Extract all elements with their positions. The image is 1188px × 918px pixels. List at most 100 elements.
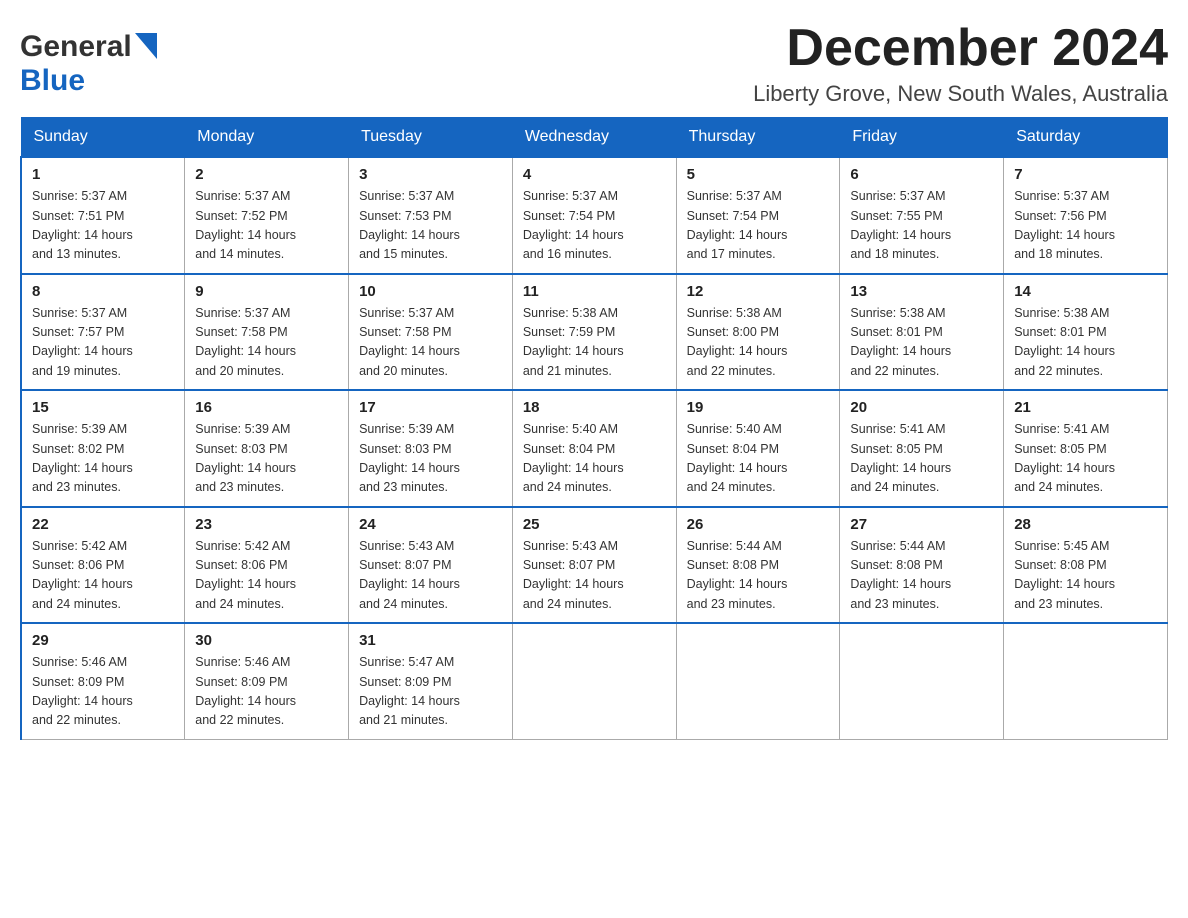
day-info: Sunrise: 5:47 AMSunset: 8:09 PMDaylight:…	[359, 653, 502, 731]
day-info: Sunrise: 5:37 AMSunset: 7:58 PMDaylight:…	[195, 304, 338, 382]
day-info: Sunrise: 5:37 AMSunset: 7:51 PMDaylight:…	[32, 187, 174, 265]
title-section: December 2024 Liberty Grove, New South W…	[753, 20, 1168, 107]
day-number: 17	[359, 399, 502, 416]
calendar-cell: 1 Sunrise: 5:37 AMSunset: 7:51 PMDayligh…	[21, 157, 185, 274]
day-number: 10	[359, 283, 502, 300]
day-number: 27	[850, 516, 993, 533]
calendar-cell: 2 Sunrise: 5:37 AMSunset: 7:52 PMDayligh…	[185, 157, 349, 274]
day-number: 24	[359, 516, 502, 533]
day-number: 28	[1014, 516, 1157, 533]
day-info: Sunrise: 5:37 AMSunset: 7:52 PMDaylight:…	[195, 187, 338, 265]
calendar-cell: 22 Sunrise: 5:42 AMSunset: 8:06 PMDaylig…	[21, 507, 185, 624]
logo-general-text: General	[20, 30, 132, 64]
header-sunday: Sunday	[21, 118, 185, 158]
header-wednesday: Wednesday	[512, 118, 676, 158]
day-info: Sunrise: 5:37 AMSunset: 7:54 PMDaylight:…	[523, 187, 666, 265]
day-info: Sunrise: 5:41 AMSunset: 8:05 PMDaylight:…	[850, 420, 993, 498]
day-number: 8	[32, 283, 174, 300]
calendar-cell: 5 Sunrise: 5:37 AMSunset: 7:54 PMDayligh…	[676, 157, 840, 274]
logo-blue-text: Blue	[20, 64, 85, 97]
calendar-cell: 30 Sunrise: 5:46 AMSunset: 8:09 PMDaylig…	[185, 623, 349, 739]
calendar-cell: 18 Sunrise: 5:40 AMSunset: 8:04 PMDaylig…	[512, 390, 676, 507]
weekday-header-row: Sunday Monday Tuesday Wednesday Thursday…	[21, 118, 1168, 158]
day-info: Sunrise: 5:39 AMSunset: 8:02 PMDaylight:…	[32, 420, 174, 498]
day-info: Sunrise: 5:42 AMSunset: 8:06 PMDaylight:…	[32, 537, 174, 615]
calendar-cell: 19 Sunrise: 5:40 AMSunset: 8:04 PMDaylig…	[676, 390, 840, 507]
day-number: 1	[32, 166, 174, 183]
day-number: 31	[359, 632, 502, 649]
calendar-cell: 28 Sunrise: 5:45 AMSunset: 8:08 PMDaylig…	[1004, 507, 1168, 624]
calendar-cell: 20 Sunrise: 5:41 AMSunset: 8:05 PMDaylig…	[840, 390, 1004, 507]
day-info: Sunrise: 5:38 AMSunset: 8:00 PMDaylight:…	[687, 304, 830, 382]
calendar-cell	[1004, 623, 1168, 739]
calendar-cell: 4 Sunrise: 5:37 AMSunset: 7:54 PMDayligh…	[512, 157, 676, 274]
header-monday: Monday	[185, 118, 349, 158]
day-info: Sunrise: 5:37 AMSunset: 7:58 PMDaylight:…	[359, 304, 502, 382]
location-subtitle: Liberty Grove, New South Wales, Australi…	[753, 81, 1168, 107]
day-number: 14	[1014, 283, 1157, 300]
calendar-cell	[676, 623, 840, 739]
calendar-cell: 27 Sunrise: 5:44 AMSunset: 8:08 PMDaylig…	[840, 507, 1004, 624]
calendar-cell	[512, 623, 676, 739]
month-year-title: December 2024	[753, 20, 1168, 77]
calendar-cell: 15 Sunrise: 5:39 AMSunset: 8:02 PMDaylig…	[21, 390, 185, 507]
day-number: 7	[1014, 166, 1157, 183]
calendar-cell: 9 Sunrise: 5:37 AMSunset: 7:58 PMDayligh…	[185, 274, 349, 391]
day-number: 21	[1014, 399, 1157, 416]
calendar-cell: 6 Sunrise: 5:37 AMSunset: 7:55 PMDayligh…	[840, 157, 1004, 274]
calendar-cell: 16 Sunrise: 5:39 AMSunset: 8:03 PMDaylig…	[185, 390, 349, 507]
day-number: 20	[850, 399, 993, 416]
day-info: Sunrise: 5:37 AMSunset: 7:57 PMDaylight:…	[32, 304, 174, 382]
calendar-cell: 31 Sunrise: 5:47 AMSunset: 8:09 PMDaylig…	[349, 623, 513, 739]
day-number: 5	[687, 166, 830, 183]
header-tuesday: Tuesday	[349, 118, 513, 158]
day-info: Sunrise: 5:41 AMSunset: 8:05 PMDaylight:…	[1014, 420, 1157, 498]
day-info: Sunrise: 5:42 AMSunset: 8:06 PMDaylight:…	[195, 537, 338, 615]
calendar-cell	[840, 623, 1004, 739]
day-number: 12	[687, 283, 830, 300]
day-info: Sunrise: 5:43 AMSunset: 8:07 PMDaylight:…	[359, 537, 502, 615]
page-header: General Blue December 2024 Liberty Grove…	[20, 20, 1168, 107]
day-number: 25	[523, 516, 666, 533]
day-number: 18	[523, 399, 666, 416]
day-number: 16	[195, 399, 338, 416]
day-number: 11	[523, 283, 666, 300]
calendar-cell: 10 Sunrise: 5:37 AMSunset: 7:58 PMDaylig…	[349, 274, 513, 391]
header-thursday: Thursday	[676, 118, 840, 158]
day-info: Sunrise: 5:37 AMSunset: 7:53 PMDaylight:…	[359, 187, 502, 265]
calendar-cell: 23 Sunrise: 5:42 AMSunset: 8:06 PMDaylig…	[185, 507, 349, 624]
day-info: Sunrise: 5:38 AMSunset: 8:01 PMDaylight:…	[1014, 304, 1157, 382]
day-info: Sunrise: 5:46 AMSunset: 8:09 PMDaylight:…	[32, 653, 174, 731]
calendar-cell: 8 Sunrise: 5:37 AMSunset: 7:57 PMDayligh…	[21, 274, 185, 391]
calendar-cell: 24 Sunrise: 5:43 AMSunset: 8:07 PMDaylig…	[349, 507, 513, 624]
calendar-cell: 29 Sunrise: 5:46 AMSunset: 8:09 PMDaylig…	[21, 623, 185, 739]
day-number: 6	[850, 166, 993, 183]
calendar-cell: 13 Sunrise: 5:38 AMSunset: 8:01 PMDaylig…	[840, 274, 1004, 391]
day-number: 4	[523, 166, 666, 183]
calendar-cell: 17 Sunrise: 5:39 AMSunset: 8:03 PMDaylig…	[349, 390, 513, 507]
day-info: Sunrise: 5:38 AMSunset: 8:01 PMDaylight:…	[850, 304, 993, 382]
calendar-cell: 11 Sunrise: 5:38 AMSunset: 7:59 PMDaylig…	[512, 274, 676, 391]
day-number: 2	[195, 166, 338, 183]
day-info: Sunrise: 5:38 AMSunset: 7:59 PMDaylight:…	[523, 304, 666, 382]
header-saturday: Saturday	[1004, 118, 1168, 158]
day-info: Sunrise: 5:39 AMSunset: 8:03 PMDaylight:…	[195, 420, 338, 498]
day-info: Sunrise: 5:37 AMSunset: 7:56 PMDaylight:…	[1014, 187, 1157, 265]
day-number: 19	[687, 399, 830, 416]
calendar-cell: 7 Sunrise: 5:37 AMSunset: 7:56 PMDayligh…	[1004, 157, 1168, 274]
header-friday: Friday	[840, 118, 1004, 158]
day-number: 23	[195, 516, 338, 533]
day-info: Sunrise: 5:39 AMSunset: 8:03 PMDaylight:…	[359, 420, 502, 498]
week-row-1: 1 Sunrise: 5:37 AMSunset: 7:51 PMDayligh…	[21, 157, 1168, 274]
calendar-cell: 12 Sunrise: 5:38 AMSunset: 8:00 PMDaylig…	[676, 274, 840, 391]
day-info: Sunrise: 5:40 AMSunset: 8:04 PMDaylight:…	[523, 420, 666, 498]
day-info: Sunrise: 5:44 AMSunset: 8:08 PMDaylight:…	[687, 537, 830, 615]
week-row-5: 29 Sunrise: 5:46 AMSunset: 8:09 PMDaylig…	[21, 623, 1168, 739]
logo-arrow-icon	[135, 33, 157, 59]
day-number: 3	[359, 166, 502, 183]
calendar-table: Sunday Monday Tuesday Wednesday Thursday…	[20, 117, 1168, 740]
logo: General Blue	[20, 20, 157, 98]
calendar-cell: 26 Sunrise: 5:44 AMSunset: 8:08 PMDaylig…	[676, 507, 840, 624]
calendar-cell: 21 Sunrise: 5:41 AMSunset: 8:05 PMDaylig…	[1004, 390, 1168, 507]
day-info: Sunrise: 5:37 AMSunset: 7:55 PMDaylight:…	[850, 187, 993, 265]
